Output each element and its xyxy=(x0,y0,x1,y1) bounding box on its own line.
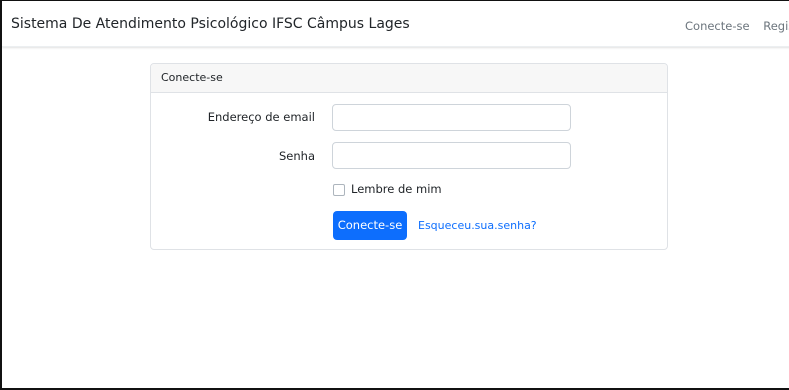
login-button[interactable]: Conecte-se xyxy=(333,211,407,240)
top-navbar: Sistema De Atendimento Psicológico IFSC … xyxy=(2,1,789,47)
remember-me-row[interactable]: Lembre de mim xyxy=(333,182,442,196)
nav-links: Conecte-se Registre-se xyxy=(685,19,789,33)
login-card-header: Conecte-se xyxy=(151,64,667,93)
login-card: Conecte-se Endereço de email Senha Lembr… xyxy=(150,63,668,250)
password-label: Senha xyxy=(279,149,315,163)
remember-me-checkbox[interactable] xyxy=(333,183,345,196)
email-field[interactable] xyxy=(332,104,571,131)
app-frame: Sistema De Atendimento Psicológico IFSC … xyxy=(0,0,789,390)
site-brand[interactable]: Sistema De Atendimento Psicológico IFSC … xyxy=(11,16,410,32)
nav-link-login[interactable]: Conecte-se xyxy=(685,19,750,33)
email-label: Endereço de email xyxy=(207,110,315,124)
nav-link-register[interactable]: Registre-se xyxy=(763,19,789,33)
remember-me-label[interactable]: Lembre de mim xyxy=(351,182,442,196)
password-field[interactable] xyxy=(332,142,571,169)
forgot-password-link[interactable]: Esqueceu.sua.senha? xyxy=(418,219,537,232)
